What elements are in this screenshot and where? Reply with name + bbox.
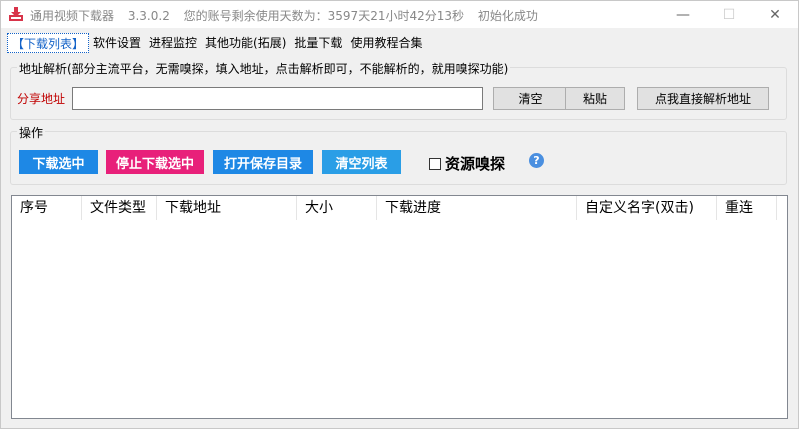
- status-text: 初始化成功: [477, 9, 538, 23]
- column-header-file-type[interactable]: 文件类型: [82, 196, 157, 220]
- account-days: 您的账号剩余使用天数为：3597天21小时42分13秒: [183, 9, 465, 23]
- operations-legend: 操作: [17, 124, 46, 141]
- help-icon[interactable]: ?: [529, 153, 544, 168]
- resource-sniff-checkbox[interactable]: 资源嗅探: [429, 153, 505, 174]
- download-list[interactable]: 序号 文件类型 下载地址 大小 下载进度 自定义名字(双击) 重连: [11, 195, 788, 419]
- title-text: 通用视频下载器 3.3.0.2 您的账号剩余使用天数为：3597天21小时42分…: [30, 7, 548, 24]
- column-header-custom-name[interactable]: 自定义名字(双击): [577, 196, 717, 220]
- download-selected-button[interactable]: 下载选中: [19, 150, 98, 174]
- app-version: 3.3.0.2: [127, 9, 170, 23]
- tab-bar: 【下载列表】 软件设置 进程监控 其他功能(拓展) 批量下载 使用教程合集: [7, 33, 426, 53]
- open-save-folder-button[interactable]: 打开保存目录: [213, 150, 313, 174]
- parse-address-button[interactable]: 点我直接解析地址: [637, 87, 769, 110]
- column-header-download-url[interactable]: 下载地址: [157, 196, 297, 220]
- address-parse-legend: 地址解析(部分主流平台，无需嗅探，填入地址，点击解析即可，不能解析的，就用嗅探功…: [17, 60, 511, 77]
- clear-list-button[interactable]: 清空列表: [322, 150, 401, 174]
- maximize-button[interactable]: ☐: [706, 1, 752, 28]
- checkbox-box[interactable]: [429, 157, 441, 170]
- app-title: 通用视频下载器: [30, 9, 115, 23]
- main-window: 通用视频下载器 3.3.0.2 您的账号剩余使用天数为：3597天21小时42分…: [0, 0, 799, 429]
- paste-button[interactable]: 粘贴: [565, 87, 625, 110]
- column-header-index[interactable]: 序号: [12, 196, 82, 220]
- resource-sniff-label: 资源嗅探: [445, 155, 506, 173]
- column-header-progress[interactable]: 下载进度: [377, 196, 577, 220]
- stop-download-selected-button[interactable]: 停止下载选中: [106, 150, 204, 174]
- tab-batch-download[interactable]: 批量下载: [290, 33, 346, 53]
- clear-button[interactable]: 清空: [493, 87, 568, 110]
- list-header: 序号 文件类型 下载地址 大小 下载进度 自定义名字(双击) 重连: [12, 196, 787, 220]
- tab-download-list[interactable]: 【下载列表】: [7, 33, 90, 53]
- tab-tutorials[interactable]: 使用教程合集: [346, 33, 426, 53]
- tab-process-monitor[interactable]: 进程监控: [145, 33, 201, 53]
- tab-software-settings[interactable]: 软件设置: [89, 33, 145, 53]
- share-address-label: 分享地址: [17, 92, 66, 106]
- download-app-icon: [9, 7, 23, 21]
- title-bar: 通用视频下载器 3.3.0.2 您的账号剩余使用天数为：3597天21小时42分…: [1, 1, 798, 28]
- column-header-size[interactable]: 大小: [297, 196, 377, 220]
- tab-other-functions[interactable]: 其他功能(拓展): [201, 33, 290, 53]
- share-address-input[interactable]: [72, 87, 483, 110]
- column-header-reconnect[interactable]: 重连: [717, 196, 777, 220]
- minimize-button[interactable]: —: [660, 1, 706, 28]
- close-button[interactable]: ✕: [752, 1, 798, 28]
